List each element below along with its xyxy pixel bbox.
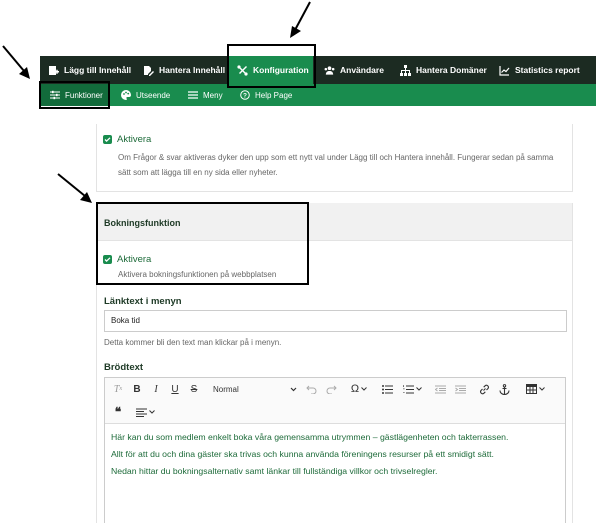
annotation-arrow-funktioner <box>2 45 30 79</box>
bold-button[interactable]: B <box>130 382 144 396</box>
highlight-box-konfiguration <box>227 44 316 88</box>
format-select-value: Normal <box>213 384 239 394</box>
menu-link-text-help: Detta kommer bli den text man klickar på… <box>104 338 282 347</box>
qa-description: Om Frågor & svar aktiveras dyker den upp… <box>118 153 554 177</box>
strikethrough-button[interactable]: S <box>187 382 201 396</box>
chart-icon <box>499 65 510 76</box>
palette-icon <box>121 90 131 100</box>
edit-document-icon <box>143 65 154 76</box>
format-select[interactable]: Normal <box>213 382 297 396</box>
body-text-editor: Tx B I U S Normal Ω ❝ Här kan du som med… <box>104 377 566 523</box>
nav-item-label: Hantera Innehåll <box>159 65 226 75</box>
table-icon[interactable] <box>523 382 547 396</box>
nav-item-label: Lägg till Innehåll <box>64 65 132 75</box>
editor-paragraph: Nedan hittar du bokningsalternativ samt … <box>111 466 438 476</box>
editor-paragraph: Allt för att du och dina gäster ska triv… <box>111 449 494 459</box>
italic-button[interactable]: I <box>149 382 163 396</box>
subnav-item-menu[interactable]: Meny <box>178 84 230 106</box>
editor-paragraph: Här kan du som medlem enkelt boka våra g… <box>111 432 509 442</box>
nav-item-users[interactable]: Användare <box>313 56 390 84</box>
menu-link-text-input[interactable]: Boka tid <box>104 310 567 332</box>
body-text-label: Brödtext <box>104 362 144 373</box>
special-character-icon[interactable]: Ω <box>347 382 371 396</box>
redo-icon[interactable] <box>324 382 338 396</box>
qa-activate-label: Aktivera <box>117 134 152 145</box>
subnav-item-appearance[interactable]: Utseende <box>109 84 178 106</box>
subnav-item-label: Utseende <box>136 90 171 100</box>
indent-icon[interactable] <box>453 382 467 396</box>
editor-toolbar: Tx B I U S Normal Ω ❝ <box>105 378 565 424</box>
qa-feature-panel: Aktivera Om Frågor & svar aktiveras dyke… <box>96 124 573 192</box>
outdent-icon[interactable] <box>433 382 447 396</box>
nav-item-manage-content[interactable]: Hantera Innehåll <box>135 56 227 84</box>
users-icon <box>324 65 335 76</box>
link-icon[interactable] <box>477 382 491 396</box>
nav-item-domains[interactable]: Hantera Domäner <box>390 56 489 84</box>
underline-button[interactable]: U <box>168 382 182 396</box>
add-content-icon <box>48 65 59 76</box>
menu-link-text-label: Länktext i menyn <box>104 296 182 307</box>
annotation-arrow-konfiguration <box>290 1 311 38</box>
highlight-box-funktioner <box>39 81 110 109</box>
qa-activate-checkbox[interactable] <box>103 135 112 144</box>
sitemap-icon <box>400 64 411 76</box>
sub-navigation-bar: Funktioner Utseende Meny ? Help Page <box>40 84 596 106</box>
nav-item-add-content[interactable]: Lägg till Innehåll <box>40 56 135 84</box>
nav-item-label: Hantera Domäner <box>416 65 487 75</box>
nav-item-statistics[interactable]: Statistics report <box>489 56 588 84</box>
annotation-arrow-bokningsfunktion <box>57 173 92 203</box>
svg-text:?: ? <box>243 92 247 99</box>
undo-icon[interactable] <box>304 382 318 396</box>
subnav-item-label: Help Page <box>255 90 293 100</box>
menu-icon <box>188 90 198 100</box>
top-navigation-bar: Lägg till Innehåll Hantera Innehåll Konf… <box>40 56 596 84</box>
nav-item-label: Statistics report <box>515 65 580 75</box>
numbered-list-icon[interactable] <box>400 382 424 396</box>
clear-format-icon[interactable]: Tx <box>111 382 125 396</box>
nav-item-label: Användare <box>340 65 384 75</box>
bullet-list-icon[interactable] <box>380 382 394 396</box>
anchor-icon[interactable] <box>497 382 511 396</box>
help-icon: ? <box>240 90 250 100</box>
highlight-box-bokningsfunktion <box>96 202 309 285</box>
editor-content[interactable]: Här kan du som medlem enkelt boka våra g… <box>105 424 565 485</box>
chevron-down-icon <box>290 387 297 391</box>
align-icon[interactable] <box>133 405 157 419</box>
blockquote-icon[interactable]: ❝ <box>111 405 125 419</box>
subnav-item-label: Meny <box>203 90 223 100</box>
